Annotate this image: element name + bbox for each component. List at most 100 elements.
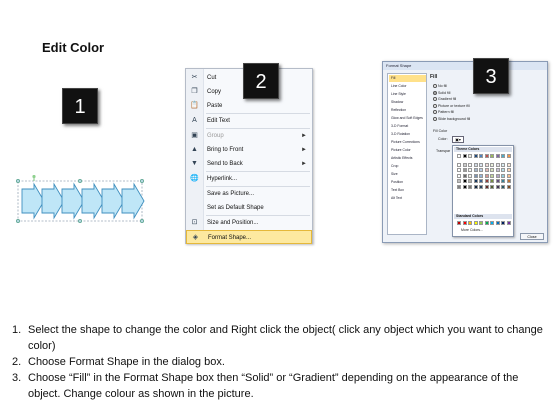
color-swatch[interactable] — [457, 173, 461, 178]
color-swatch[interactable] — [457, 154, 461, 158]
standard-color-swatch[interactable] — [479, 221, 483, 225]
color-swatch[interactable] — [473, 179, 478, 183]
color-swatch[interactable] — [484, 184, 489, 189]
color-swatch[interactable] — [490, 162, 494, 167]
menu-item-format-shape[interactable]: ◈ Format Shape... — [186, 230, 312, 244]
dialog-nav-item[interactable]: Text Box — [389, 187, 426, 194]
menu-item-set-as-default-shape[interactable]: Set as Default Shape — [186, 201, 312, 215]
color-swatch[interactable] — [462, 173, 467, 178]
standard-color-swatch[interactable] — [495, 221, 500, 225]
color-swatch[interactable] — [495, 179, 500, 183]
color-swatch[interactable] — [501, 184, 505, 189]
color-swatch[interactable] — [473, 184, 478, 189]
color-swatch[interactable] — [484, 173, 489, 178]
color-swatch[interactable] — [473, 168, 478, 172]
dialog-nav-item[interactable]: Shadow — [389, 99, 426, 106]
color-swatch[interactable] — [495, 154, 500, 158]
color-swatch[interactable] — [462, 162, 467, 167]
color-swatch[interactable] — [457, 162, 461, 167]
arrow-shape[interactable] — [41, 182, 65, 220]
color-swatch[interactable] — [490, 168, 494, 172]
dialog-nav-item[interactable]: Picture Corrections — [389, 139, 426, 146]
dialog-nav-item[interactable]: Picture Color — [389, 147, 426, 154]
color-swatch[interactable] — [457, 168, 461, 172]
color-swatch[interactable] — [473, 154, 478, 158]
dialog-nav-item[interactable]: Line Style — [389, 91, 426, 98]
fill-option-radio[interactable]: Gradient fill — [433, 97, 456, 102]
fill-option-radio[interactable]: No fill — [433, 84, 447, 89]
color-swatch[interactable] — [479, 184, 483, 189]
color-swatch[interactable] — [473, 162, 478, 167]
arrow-shape[interactable] — [61, 182, 85, 220]
color-swatch[interactable] — [484, 162, 489, 167]
dialog-nav-item[interactable]: 3-D Rotation — [389, 131, 426, 138]
menu-item-edit-text[interactable]: A Edit Text — [186, 114, 312, 128]
standard-color-swatch[interactable] — [473, 221, 478, 225]
color-swatch[interactable] — [484, 168, 489, 172]
color-swatch[interactable] — [501, 173, 505, 178]
color-swatch[interactable] — [473, 173, 478, 178]
color-swatch[interactable] — [484, 179, 489, 183]
standard-color-swatch[interactable] — [484, 221, 489, 225]
menu-item-group[interactable]: ▣ Group ► — [186, 129, 312, 143]
color-swatch[interactable] — [506, 179, 511, 183]
color-swatch[interactable] — [468, 162, 472, 167]
dialog-nav-item[interactable]: Alt Text — [389, 195, 426, 202]
dialog-nav-item[interactable]: 3-D Format — [389, 123, 426, 130]
arrow-shape[interactable] — [21, 182, 45, 220]
fill-option-radio[interactable]: Picture or texture fill — [433, 103, 470, 109]
color-swatch[interactable] — [506, 184, 511, 189]
color-swatch[interactable] — [490, 179, 494, 183]
color-swatch[interactable] — [468, 173, 472, 178]
standard-color-swatch[interactable] — [462, 221, 467, 225]
menu-item-send-to-back[interactable]: ▼ Send to Back ► — [186, 157, 312, 171]
color-swatch[interactable] — [457, 184, 461, 189]
color-swatch[interactable] — [501, 168, 505, 172]
dialog-nav-item[interactable]: Reflection — [389, 107, 426, 114]
color-swatch[interactable] — [468, 154, 472, 158]
dialog-nav-item[interactable]: Artistic Effects — [389, 155, 426, 162]
dialog-nav-item[interactable]: Position — [389, 179, 426, 186]
standard-color-swatch[interactable] — [490, 221, 494, 225]
color-swatch[interactable] — [495, 173, 500, 178]
standard-color-swatch[interactable] — [457, 221, 461, 225]
color-swatch[interactable] — [479, 154, 483, 158]
color-swatch[interactable] — [501, 154, 505, 158]
menu-item-paste[interactable]: 📋 Paste — [186, 99, 312, 113]
color-swatch[interactable] — [462, 179, 467, 183]
color-swatch[interactable] — [490, 184, 494, 189]
color-swatch[interactable] — [501, 162, 505, 167]
color-swatch[interactable] — [506, 168, 511, 172]
color-swatch[interactable] — [495, 162, 500, 167]
color-swatch[interactable] — [506, 154, 511, 158]
arrow-shape[interactable] — [121, 182, 145, 220]
dialog-nav-item[interactable]: Fill — [389, 75, 426, 82]
close-button[interactable]: Close — [520, 233, 544, 240]
color-swatch[interactable] — [501, 179, 505, 183]
color-swatch[interactable] — [506, 162, 511, 167]
color-picker-button[interactable]: ▣▾ — [452, 136, 464, 143]
color-swatch[interactable] — [490, 173, 494, 178]
selected-arrow-shapes[interactable] — [12, 174, 152, 227]
menu-item-bring-to-front[interactable]: ▲ Bring to Front ► — [186, 143, 312, 157]
color-swatch[interactable] — [462, 168, 467, 172]
color-swatch[interactable] — [462, 154, 467, 158]
color-swatch[interactable] — [479, 168, 483, 172]
color-swatch[interactable] — [479, 173, 483, 178]
fill-option-radio[interactable]: Pattern fill — [433, 110, 454, 115]
dialog-nav-item[interactable]: Crop — [389, 163, 426, 170]
standard-color-swatch[interactable] — [506, 221, 511, 225]
fill-option-radio[interactable]: Slide background fill — [433, 116, 470, 122]
arrow-shape[interactable] — [81, 182, 105, 220]
color-swatch[interactable] — [468, 184, 472, 189]
color-swatch[interactable] — [468, 168, 472, 172]
color-swatch[interactable] — [495, 168, 500, 172]
color-swatch[interactable] — [506, 173, 511, 178]
color-swatch[interactable] — [484, 154, 489, 158]
color-swatch[interactable] — [457, 179, 461, 183]
dialog-nav-item[interactable]: Glow and Soft Edges — [389, 115, 426, 122]
color-swatch[interactable] — [462, 184, 467, 189]
color-swatch[interactable] — [468, 179, 472, 183]
color-swatch[interactable] — [479, 179, 483, 183]
standard-color-swatch[interactable] — [468, 221, 472, 225]
